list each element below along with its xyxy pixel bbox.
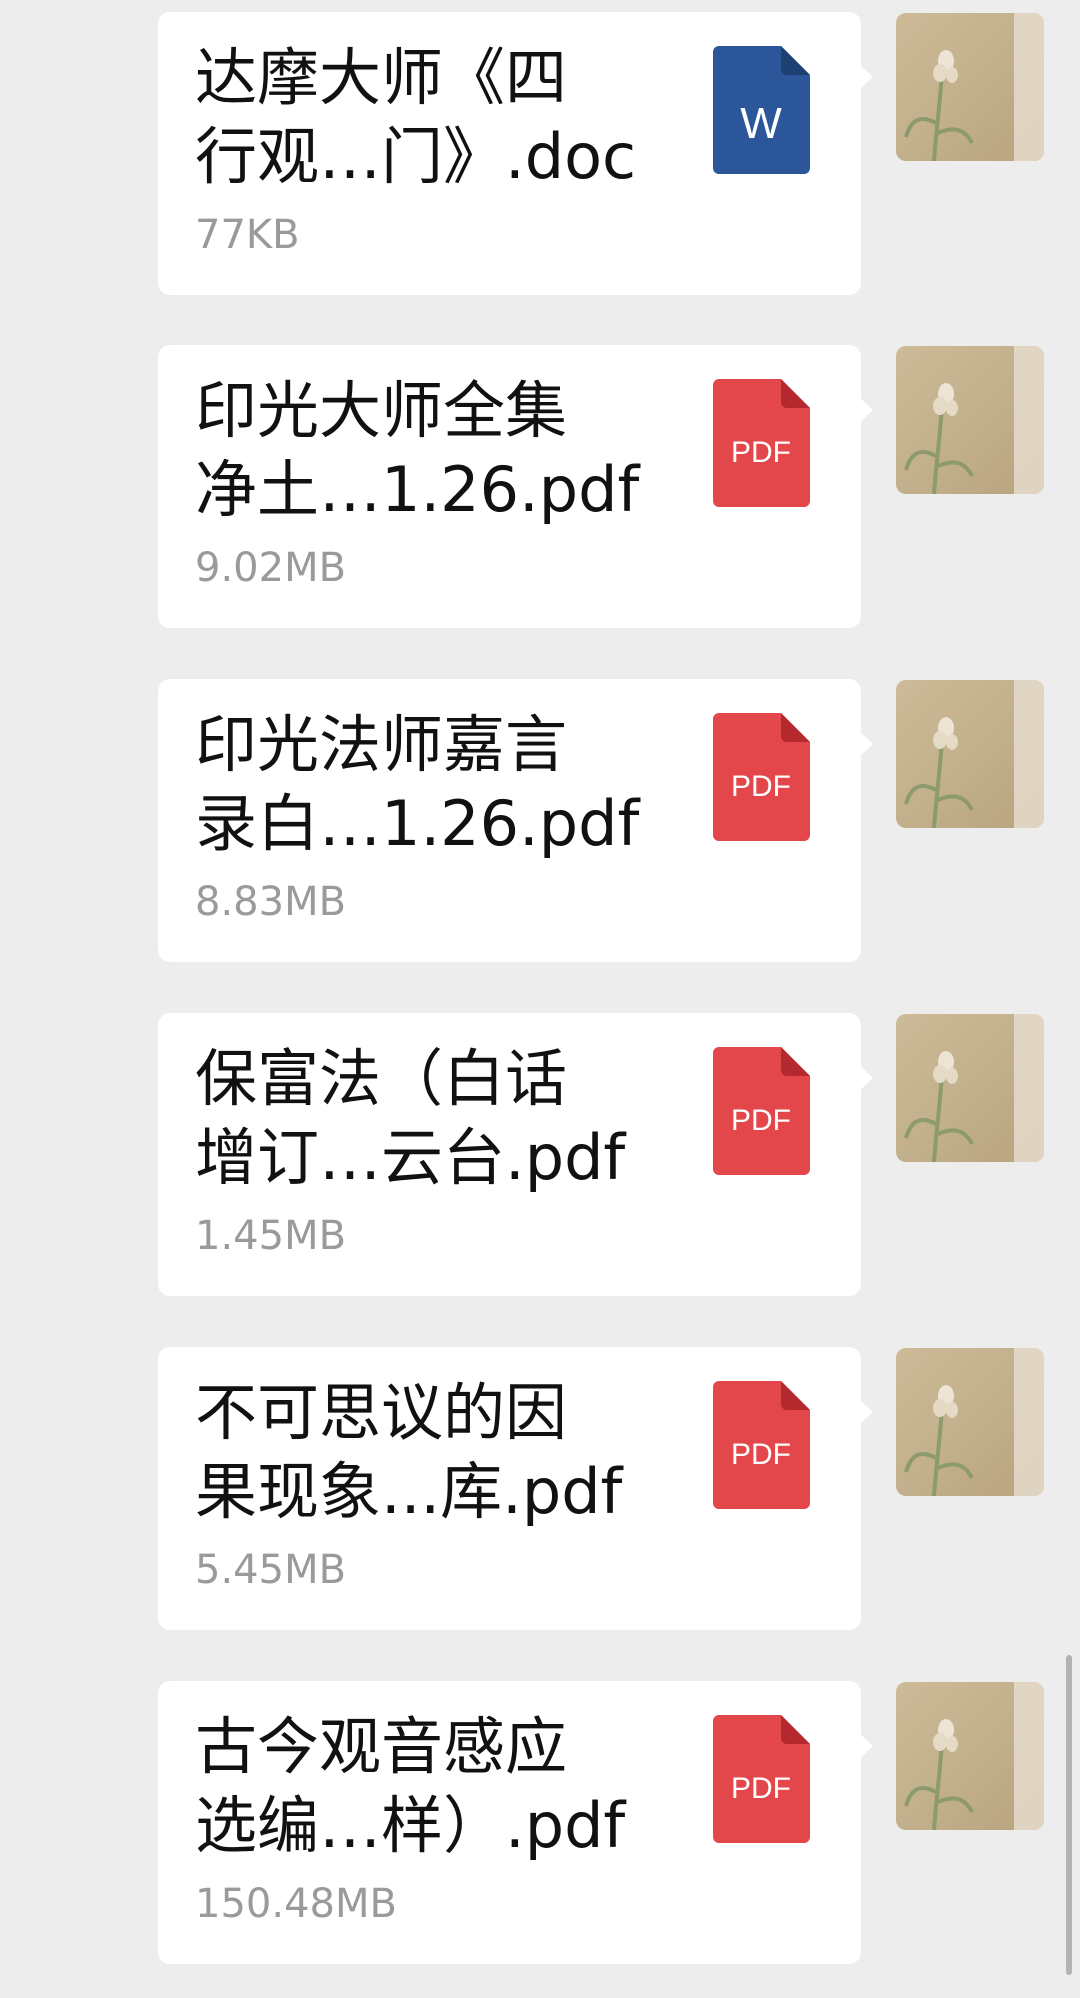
bubble-tail bbox=[859, 64, 873, 90]
avatar[interactable] bbox=[896, 1014, 1044, 1162]
file-size: 9.02MB bbox=[195, 545, 347, 591]
file-icon-label: PDF bbox=[731, 1104, 791, 1137]
bubble-tail bbox=[859, 1733, 873, 1759]
file-icon-label: PDF bbox=[731, 770, 791, 803]
file-message-bubble[interactable]: 古今观音感应 选编…样）.pdf 150.48MB PDF bbox=[158, 1681, 861, 1964]
file-size: 5.45MB bbox=[195, 1547, 347, 1593]
file-icon-label: PDF bbox=[731, 436, 791, 469]
bubble-tail bbox=[859, 1065, 873, 1091]
bubble-tail bbox=[859, 731, 873, 757]
pdf-document-icon: PDF bbox=[713, 379, 810, 507]
file-message-bubble[interactable]: 不可思议的因 果现象...库.pdf 5.45MB PDF bbox=[158, 1347, 861, 1630]
pdf-document-icon: PDF bbox=[713, 1047, 810, 1175]
scrollbar[interactable] bbox=[1066, 1655, 1072, 1975]
file-message: 保富法（白话 增订…云台.pdf 1.45MB PDF bbox=[0, 1013, 1080, 1296]
file-message-bubble[interactable]: 保富法（白话 增订…云台.pdf 1.45MB PDF bbox=[158, 1013, 861, 1296]
file-size: 8.83MB bbox=[195, 879, 347, 925]
file-size: 77KB bbox=[195, 212, 300, 258]
file-message-bubble[interactable]: 印光大师全集 净土…1.26.pdf 9.02MB PDF bbox=[158, 345, 861, 628]
bubble-tail bbox=[859, 1399, 873, 1425]
file-name: 印光大师全集 净土…1.26.pdf bbox=[195, 374, 640, 526]
file-name: 达摩大师《四 行观…门》.doc bbox=[195, 41, 637, 193]
file-message: 达摩大师《四 行观…门》.doc 77KB W bbox=[0, 12, 1080, 295]
file-icon-label: PDF bbox=[731, 1438, 791, 1471]
avatar[interactable] bbox=[896, 1348, 1044, 1496]
file-name: 古今观音感应 选编…样）.pdf bbox=[195, 1710, 626, 1862]
file-size: 150.48MB bbox=[195, 1881, 397, 1927]
file-message: 古今观音感应 选编…样）.pdf 150.48MB PDF bbox=[0, 1681, 1080, 1964]
chat-message-list: 达摩大师《四 行观…门》.doc 77KB W 印光大师全集 净土…1.26.p… bbox=[0, 0, 1080, 1998]
bubble-tail bbox=[859, 397, 873, 423]
file-message-bubble[interactable]: 印光法师嘉言 录白…1.26.pdf 8.83MB PDF bbox=[158, 679, 861, 962]
avatar[interactable] bbox=[896, 680, 1044, 828]
word-document-icon: W bbox=[713, 46, 810, 174]
file-icon-label: PDF bbox=[731, 1772, 791, 1805]
file-icon-label: W bbox=[740, 99, 782, 148]
avatar[interactable] bbox=[896, 1682, 1044, 1830]
file-size: 1.45MB bbox=[195, 1213, 347, 1259]
pdf-document-icon: PDF bbox=[713, 1715, 810, 1843]
file-name: 保富法（白话 增订…云台.pdf bbox=[195, 1042, 626, 1194]
avatar[interactable] bbox=[896, 346, 1044, 494]
file-name: 不可思议的因 果现象...库.pdf bbox=[195, 1376, 623, 1528]
file-message: 印光法师嘉言 录白…1.26.pdf 8.83MB PDF bbox=[0, 679, 1080, 962]
file-name: 印光法师嘉言 录白…1.26.pdf bbox=[195, 708, 640, 860]
pdf-document-icon: PDF bbox=[713, 713, 810, 841]
pdf-document-icon: PDF bbox=[713, 1381, 810, 1509]
avatar[interactable] bbox=[896, 13, 1044, 161]
file-message: 印光大师全集 净土…1.26.pdf 9.02MB PDF bbox=[0, 345, 1080, 628]
file-message-bubble[interactable]: 达摩大师《四 行观…门》.doc 77KB W bbox=[158, 12, 861, 295]
file-message: 不可思议的因 果现象...库.pdf 5.45MB PDF bbox=[0, 1347, 1080, 1630]
